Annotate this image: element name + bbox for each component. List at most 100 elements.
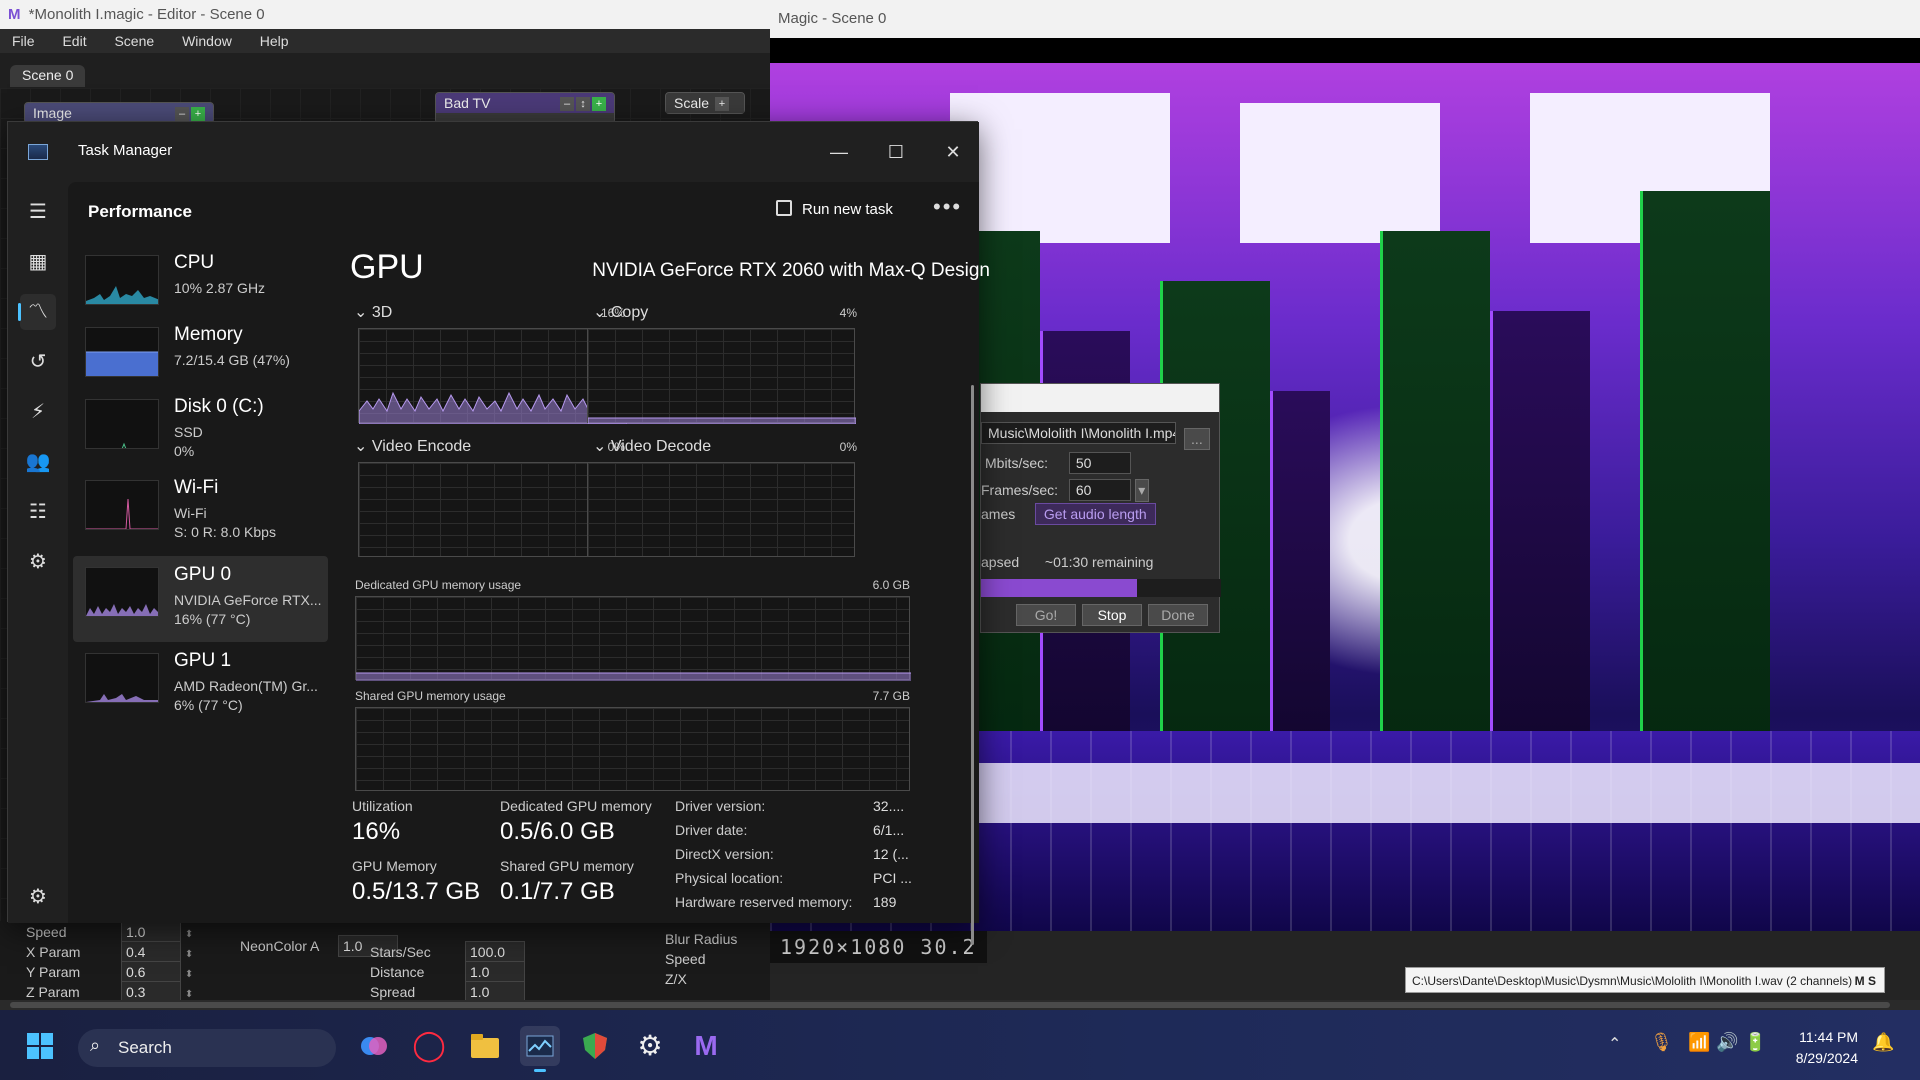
audio-track-bar[interactable]: C:\Users\Dante\Desktop\Music\Dysmn\Music… [1405,967,1885,993]
file-explorer-icon[interactable] [465,1026,505,1066]
minimize-button[interactable]: — [816,134,862,170]
resource-item-wifi[interactable]: Wi-Fi Wi-Fi S: 0 R: 8.0 Kbps [73,469,328,555]
swap-icon[interactable]: ↕ [576,97,590,112]
menu-file[interactable]: File [0,29,47,53]
users-icon[interactable]: 👥 [20,444,56,480]
opera-browser-icon[interactable]: ◯ [409,1026,449,1066]
services-icon[interactable]: ⚙ [20,544,56,580]
task-manager-titlebar[interactable]: Task Manager — ☐ ✕ [8,122,979,182]
collapse-icon[interactable]: – [560,97,574,112]
tab-scene-0[interactable]: Scene 0 [10,65,86,87]
param-row: Z/X [665,969,765,989]
resource-detail: Wi-Fi [174,505,207,521]
frames-row: ames Get audio length [981,503,1156,525]
dedicated-memory-graph-max: 6.0 GB [872,578,910,592]
fps-input[interactable]: 60 [1068,479,1131,501]
run-new-task-button[interactable]: Run new task [776,200,893,218]
stepper-icon[interactable]: ⬍ [185,989,193,1000]
menu-window[interactable]: Window [170,29,244,53]
magic-app-icon[interactable]: M [686,1026,726,1066]
collapse-icon[interactable]: – [175,107,189,122]
scrollbar-thumb[interactable] [10,1002,1890,1008]
shared-memory-graph-max: 7.7 GB [872,689,910,703]
param-value-input[interactable]: 1.0 [121,921,181,943]
menu-edit[interactable]: Edit [50,29,98,53]
task-manager-taskbar-icon[interactable] [520,1026,560,1072]
microphone-icon[interactable]: 🎙 [1650,1032,1673,1053]
performance-header: Performance Run new task ••• [68,182,979,242]
app-history-icon[interactable]: ↺ [20,344,56,380]
bad-tv-node-header[interactable]: Bad TV – ↕ + [436,93,614,114]
resource-name: GPU 0 [174,564,232,585]
mute-solo-buttons[interactable]: M S [1855,968,1876,992]
details-icon[interactable]: ☷ [20,494,56,530]
close-button[interactable]: ✕ [930,134,976,170]
param-value-input[interactable]: 0.4 [121,941,181,963]
export-dialog-titlebar[interactable] [981,384,1219,412]
scale-node-header[interactable]: Scale + [666,93,744,114]
clock-time[interactable]: 11:44 PM [1778,1029,1858,1045]
copilot-icon[interactable] [354,1026,394,1066]
stepper-icon[interactable]: ⬍ [185,949,193,960]
chevron-down-icon: ⌄ [354,438,372,455]
resource-item-gpu-1[interactable]: GPU 1 AMD Radeon(TM) Gr... 6% (77 °C) [73,642,328,728]
vpn-shield-icon[interactable] [575,1026,615,1066]
show-hidden-icons-chevron[interactable]: ⌃ [1608,1034,1621,1054]
scale-node[interactable]: Scale + [665,92,745,114]
go-button[interactable]: Go! [1016,604,1076,626]
param-value-input[interactable]: 100.0 [465,941,525,963]
enable-icon[interactable]: + [592,97,606,112]
bad-tv-node[interactable]: Bad TV – ↕ + [435,92,615,124]
frames-label: ames [981,506,1016,522]
enable-icon[interactable]: + [191,107,205,122]
processes-icon[interactable]: ▦ [20,244,56,280]
engine-3d-label[interactable]: ⌄ 3D [354,302,392,322]
param-row: Speed 1.0 ⬍ [26,921,193,943]
done-button[interactable]: Done [1148,604,1208,626]
performance-icon[interactable]: 〽 [18,294,56,330]
get-audio-length-button[interactable]: Get audio length [1034,503,1156,525]
mbits-input[interactable]: 50 [1068,452,1131,474]
stepper-icon[interactable]: ⬍ [185,929,193,940]
scrollbar[interactable] [971,385,974,945]
resource-item-disk[interactable]: Disk 0 (C:) SSD 0% [73,388,328,474]
resource-item-gpu-0[interactable]: GPU 0 NVIDIA GeForce RTX... 16% (77 °C) [73,556,328,642]
resource-list: CPU 10% 2.87 GHz Memory 7.2/15.4 GB (47%… [68,244,338,844]
task-manager-content: Performance Run new task ••• CPU 10% 2.8… [68,182,990,923]
menu-scene[interactable]: Scene [102,29,166,53]
maximize-button[interactable]: ☐ [873,134,919,170]
engine-video-encode-label[interactable]: ⌄ Video Encode [354,436,471,456]
engine-copy-label[interactable]: ⌄ Copy [593,302,648,322]
taskbar-search-box[interactable]: ⌕ Search [78,1029,336,1067]
wifi-icon[interactable]: 📶 [1688,1032,1710,1053]
more-options-icon[interactable]: ••• [933,194,962,220]
add-icon[interactable]: + [714,97,729,112]
hamburger-menu-icon[interactable]: ☰ [20,194,56,230]
volume-icon[interactable]: 🔊 [1716,1032,1738,1053]
steam-icon[interactable]: ⚙ [630,1026,670,1066]
stop-button[interactable]: Stop [1082,604,1142,626]
param-value-input[interactable]: 0.6 [121,961,181,983]
notifications-bell-icon[interactable]: 🔔 [1872,1032,1894,1053]
resource-name: CPU [174,252,215,273]
fps-dropdown-icon[interactable]: ▾ [1134,479,1149,502]
startup-apps-icon[interactable]: ⚡ [20,394,56,430]
stepper-icon[interactable]: ⬍ [185,969,193,980]
settings-gear-icon[interactable]: ⚙ [20,879,56,915]
task-manager-title: Task Manager [78,142,173,159]
editor-horizontal-scrollbar[interactable] [0,1000,1920,1010]
param-value-input[interactable]: 1.0 [465,961,525,983]
building-shape [1380,231,1490,751]
clock-date[interactable]: 8/29/2024 [1778,1050,1858,1066]
browse-button[interactable]: ... [1183,428,1210,450]
engine-video-decode-label[interactable]: ⌄ Video Decode [593,436,711,456]
windows-start-icon[interactable] [20,1026,60,1066]
chevron-down-icon: ⌄ [593,304,611,321]
search-placeholder: Search [118,1038,172,1057]
menu-help[interactable]: Help [248,29,301,53]
engine-video-decode-pct: 0% [839,440,857,454]
elapsed-label: apsed [981,554,1020,570]
output-file-field[interactable]: Music\Mololith I\Monolith I.mp4 [981,422,1176,444]
editor-node-params-strip: Speed 1.0 ⬍ X Param 0.4 ⬍ Y Param 0.6 ⬍ Z P… [0,921,770,1010]
battery-icon[interactable]: 🔋 [1744,1032,1766,1053]
